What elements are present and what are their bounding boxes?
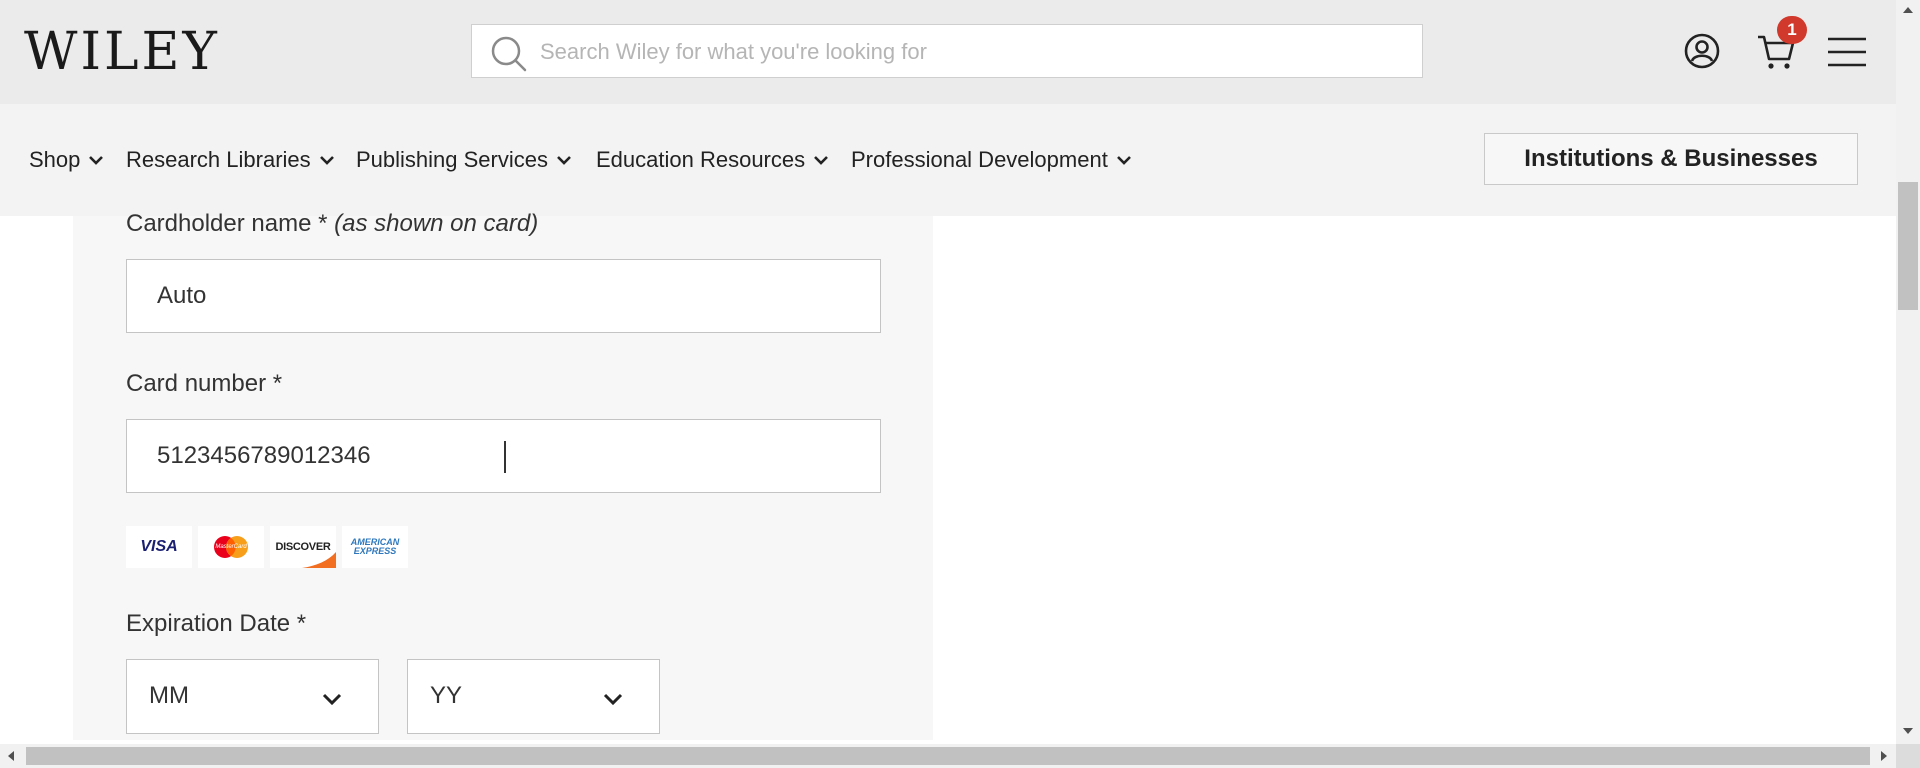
vertical-scrollbar-thumb[interactable] [1898, 182, 1918, 310]
cardholder-label-text: Cardholder name * [126, 210, 328, 237]
nav-item-education-resources[interactable]: Education Resources [596, 144, 829, 176]
horizontal-scrollbar-thumb[interactable] [26, 747, 1870, 765]
wiley-logo[interactable]: WILEY [24, 22, 220, 82]
chevron-down-icon [89, 156, 104, 165]
cardholder-name-label: Cardholder name * (as shown on card) [126, 210, 538, 238]
cardholder-name-field[interactable] [126, 259, 881, 333]
nav-item-publishing-services[interactable]: Publishing Services [356, 144, 572, 176]
text-cursor [504, 441, 506, 473]
nav-item-label: Publishing Services [356, 147, 548, 172]
expiration-month-select[interactable]: MM [126, 659, 379, 734]
american-express-logo: AMERICAN EXPRESS [342, 526, 408, 568]
logo-text: WILEY [24, 22, 220, 82]
expiration-year-select[interactable]: YY [407, 659, 660, 734]
cart-count-badge: 1 [1777, 16, 1807, 44]
nav-item-label: Education Resources [596, 147, 806, 172]
nav-item-label: Research Libraries [126, 147, 311, 172]
mastercard-logo-text: MasterCard [215, 544, 247, 550]
discover-logo: DISCOVER [270, 526, 336, 568]
chevron-down-icon [814, 156, 829, 165]
cardholder-label-note: (as shown on card) [334, 210, 539, 237]
discover-logo-text: DISCOVER [275, 541, 331, 553]
nav-item-research-libraries[interactable]: Research Libraries [126, 144, 335, 176]
menu-icon[interactable] [1828, 36, 1866, 73]
cardholder-name-input[interactable] [127, 260, 880, 332]
card-number-label: Card number * [126, 370, 283, 397]
accepted-cards: VISA MasterCard DISCOVER AMERICAN EXPRES… [126, 526, 408, 568]
chevron-down-icon [603, 693, 623, 706]
nav-item-shop[interactable]: Shop [29, 144, 104, 176]
amex-logo-text: AMERICAN EXPRESS [350, 537, 400, 556]
scroll-down-arrow-icon[interactable] [1903, 728, 1913, 734]
scroll-up-arrow-icon[interactable] [1903, 7, 1913, 13]
chevron-down-icon [322, 693, 342, 706]
vertical-scrollbar[interactable] [1896, 0, 1920, 744]
year-selected-value: YY [430, 682, 463, 709]
account-icon[interactable] [1684, 33, 1720, 74]
month-selected-value: MM [149, 682, 189, 709]
chevron-down-icon [557, 156, 571, 165]
visa-logo-text: VISA [140, 538, 178, 555]
scrollbar-corner [1896, 744, 1920, 768]
nav-item-label: Professional Development [851, 147, 1108, 172]
expiration-date-label: Expiration Date * [126, 610, 307, 637]
search-input[interactable] [538, 25, 1402, 79]
scroll-left-arrow-icon[interactable] [8, 751, 14, 761]
nav-item-label: Shop [29, 147, 81, 172]
card-number-field[interactable] [126, 419, 881, 493]
search-icon[interactable] [490, 35, 528, 78]
chevron-down-icon [319, 156, 334, 165]
scroll-right-arrow-icon[interactable] [1881, 751, 1887, 761]
nav-item-professional-development[interactable]: Professional Development [851, 144, 1132, 176]
institutions-businesses-button[interactable]: Institutions & Businesses [1484, 133, 1858, 185]
visa-logo: VISA [126, 526, 192, 568]
mastercard-logo: MasterCard [198, 526, 264, 568]
search-box[interactable] [471, 24, 1423, 79]
chevron-down-icon [1116, 156, 1131, 165]
